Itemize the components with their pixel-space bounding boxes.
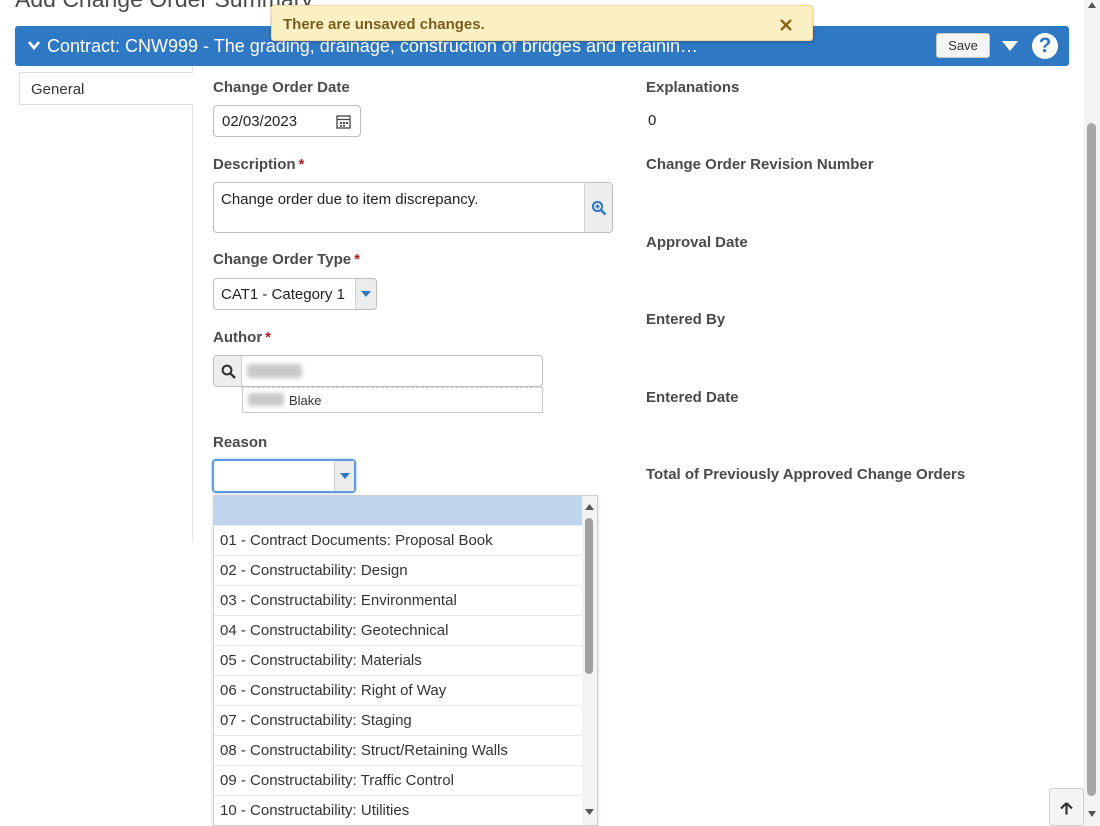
author-search-input[interactable] bbox=[213, 355, 543, 387]
arrow-up-icon bbox=[1060, 802, 1073, 815]
page-scrollbar[interactable] bbox=[1084, 0, 1100, 826]
save-button[interactable]: Save bbox=[936, 33, 990, 58]
description-label-text: Description bbox=[213, 156, 296, 173]
search-icon bbox=[221, 364, 236, 379]
reason-dropdown-button[interactable] bbox=[334, 461, 354, 491]
caret-down-icon[interactable] bbox=[1001, 40, 1019, 52]
calendar-icon[interactable] bbox=[336, 114, 351, 129]
approval-date-label: Approval Date bbox=[646, 234, 748, 251]
dropdown-scroll-thumb[interactable] bbox=[585, 518, 593, 674]
help-icon[interactable]: ? bbox=[1032, 33, 1058, 59]
author-label-text: Author bbox=[213, 329, 263, 346]
arrow-up-icon[interactable] bbox=[1088, 2, 1096, 8]
page-scroll-thumb[interactable] bbox=[1087, 123, 1096, 796]
reason-option[interactable]: 06 - Constructability: Right of Way bbox=[214, 676, 583, 706]
required-marker: * bbox=[265, 329, 271, 346]
previous-total-label: Total of Previously Approved Change Orde… bbox=[646, 466, 966, 483]
explanations-label: Explanations bbox=[646, 79, 740, 96]
change-order-type-dropdown-button[interactable] bbox=[355, 279, 376, 309]
author-suggestion-item[interactable]: Blake bbox=[242, 387, 543, 413]
redacted-author-text bbox=[247, 364, 302, 378]
close-icon[interactable] bbox=[778, 17, 794, 33]
zoom-in-icon bbox=[591, 200, 607, 216]
entered-by-label: Entered By bbox=[646, 311, 726, 328]
description-value: Change order due to item discrepancy. bbox=[221, 191, 479, 208]
arrow-up-icon[interactable] bbox=[585, 504, 594, 510]
reason-option[interactable]: 03 - Constructability: Environmental bbox=[214, 586, 583, 616]
change-order-date-label: Change Order Date bbox=[213, 79, 350, 96]
reason-option[interactable]: 09 - Constructability: Traffic Control bbox=[214, 766, 583, 796]
change-order-type-select[interactable]: CAT1 - Category 1 bbox=[213, 278, 377, 310]
arrow-down-icon[interactable] bbox=[585, 809, 594, 815]
reason-option[interactable]: 02 - Constructability: Design bbox=[214, 556, 583, 586]
page-title: Add Change Order Summary bbox=[15, 0, 313, 13]
dropdown-scrollbar[interactable] bbox=[582, 496, 597, 825]
reason-option[interactable]: 07 - Constructability: Staging bbox=[214, 706, 583, 736]
sidebar: General bbox=[19, 66, 193, 542]
notification-message: There are unsaved changes. bbox=[283, 16, 485, 33]
explanations-value: 0 bbox=[648, 112, 657, 129]
unsaved-changes-notification: There are unsaved changes. bbox=[271, 5, 813, 41]
description-label: Description * bbox=[213, 156, 304, 173]
author-search-button[interactable] bbox=[214, 356, 242, 386]
description-field[interactable]: Change order due to item discrepancy. bbox=[213, 182, 613, 233]
reason-select[interactable] bbox=[212, 459, 356, 493]
caret-down-icon bbox=[340, 473, 350, 479]
back-to-top-button[interactable] bbox=[1049, 788, 1084, 826]
revision-number-label: Change Order Revision Number bbox=[646, 156, 874, 173]
reason-label: Reason bbox=[213, 434, 268, 451]
change-order-type-label-text: Change Order Type bbox=[213, 251, 352, 268]
redacted-first-name bbox=[248, 393, 284, 406]
reason-option[interactable]: 04 - Constructability: Geotechnical bbox=[214, 616, 583, 646]
change-order-date-value: 02/03/2023 bbox=[222, 113, 298, 130]
reason-dropdown-list[interactable]: 01 - Contract Documents: Proposal Book 0… bbox=[213, 495, 598, 826]
author-suggestion-last-name: Blake bbox=[289, 393, 322, 408]
description-expand-button[interactable] bbox=[584, 183, 612, 232]
required-marker: * bbox=[354, 251, 360, 268]
arrow-down-icon[interactable] bbox=[1088, 811, 1096, 817]
reason-option[interactable]: 08 - Constructability: Struct/Retaining … bbox=[214, 736, 583, 766]
entered-date-label: Entered Date bbox=[646, 389, 739, 406]
reason-option[interactable]: 01 - Contract Documents: Proposal Book bbox=[214, 526, 583, 556]
author-label: Author * bbox=[213, 329, 271, 346]
change-order-date-field[interactable]: 02/03/2023 bbox=[213, 105, 361, 137]
chevron-down-icon[interactable] bbox=[27, 38, 41, 52]
change-order-type-value: CAT1 - Category 1 bbox=[221, 286, 345, 303]
reason-option[interactable]: 10 - Constructability: Utilities bbox=[214, 796, 583, 825]
required-marker: * bbox=[298, 156, 305, 173]
reason-option[interactable]: 05 - Constructability: Materials bbox=[214, 646, 583, 676]
caret-down-icon bbox=[361, 291, 371, 297]
tab-general[interactable]: General bbox=[19, 72, 193, 105]
reason-option-empty[interactable] bbox=[214, 496, 583, 526]
change-order-type-label: Change Order Type * bbox=[213, 251, 360, 268]
